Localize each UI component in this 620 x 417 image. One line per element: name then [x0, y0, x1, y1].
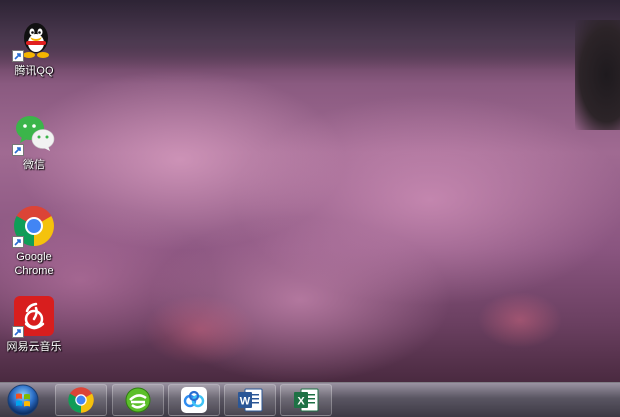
- word-icon: W: [238, 388, 263, 412]
- qq-penguin-icon: [12, 18, 56, 62]
- chrome-icon: [68, 387, 94, 413]
- shortcut-arrow-icon: [12, 50, 24, 62]
- shortcut-arrow-icon: [12, 236, 24, 248]
- wechat-icon: [12, 112, 56, 156]
- shortcut-arrow-icon: [12, 144, 24, 156]
- chrome-icon: [12, 204, 56, 248]
- desktop-icon-label: 腾讯QQ: [14, 65, 54, 77]
- desktop-icon-netease-music[interactable]: 网易云音乐: [2, 294, 66, 354]
- taskbar: W X: [0, 382, 620, 417]
- green-browser-icon: [125, 387, 151, 413]
- svg-text:X: X: [297, 396, 305, 408]
- netease-music-icon: [12, 294, 56, 338]
- desktop-icon-qq[interactable]: 腾讯QQ: [2, 18, 66, 78]
- taskbar-browser-button[interactable]: [112, 384, 164, 416]
- taskbar-word-button[interactable]: W: [224, 384, 276, 416]
- start-button[interactable]: [4, 384, 42, 416]
- desktop-icon-label: 微信: [23, 159, 45, 171]
- excel-icon: X: [294, 388, 319, 412]
- svg-text:W: W: [240, 396, 251, 408]
- baidu-netdisk-icon: [181, 387, 207, 413]
- wallpaper-dark-tree: [575, 20, 620, 130]
- shortcut-arrow-icon: [12, 326, 24, 338]
- desktop-icon-chrome[interactable]: Google Chrome: [2, 204, 66, 278]
- taskbar-excel-button[interactable]: X: [280, 384, 332, 416]
- desktop-icon-label: 网易云音乐: [6, 341, 62, 353]
- taskbar-chrome-button[interactable]: [55, 384, 107, 416]
- desktop-icon-wechat[interactable]: 微信: [2, 112, 66, 172]
- desktop-icon-label: Google Chrome: [14, 251, 54, 277]
- wallpaper-city-lights: [0, 0, 620, 70]
- taskbar-cloud-button[interactable]: [168, 384, 220, 416]
- windows-logo-icon: [7, 384, 39, 416]
